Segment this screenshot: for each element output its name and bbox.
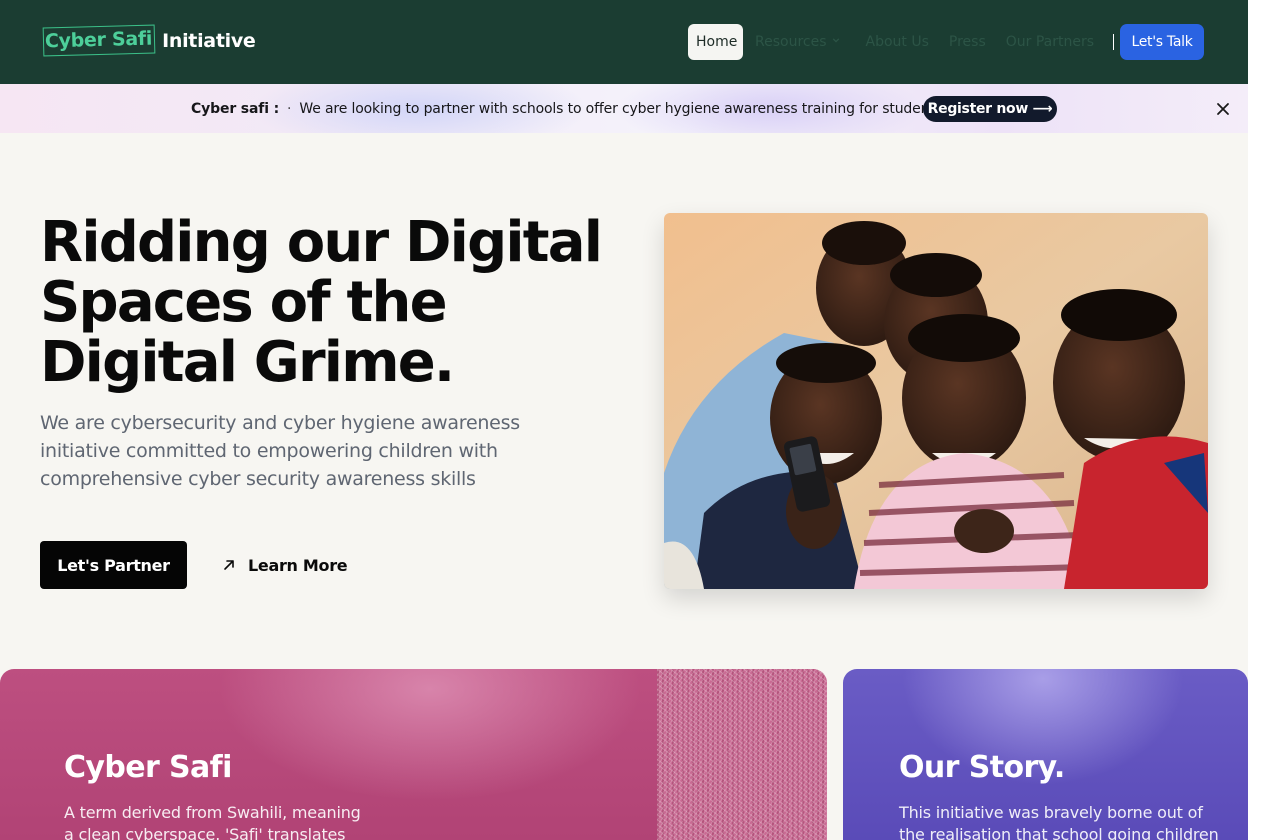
site-header: Cyber Safi Initiative Home Resources Abo…: [0, 0, 1248, 84]
nav-divider: [1113, 34, 1115, 50]
hero-title: Ridding our Digital Spaces of the Digita…: [40, 210, 603, 395]
our-story-card: Our Story. This initiative was bravely b…: [843, 669, 1248, 840]
announcement-bar: Cyber safi : · We are looking to partner…: [0, 84, 1248, 133]
announcement-text: Cyber safi : · We are looking to partner…: [191, 84, 946, 133]
nav-item-resources-label: Resources: [755, 34, 827, 50]
register-now-button[interactable]: Register now ⟶: [923, 96, 1057, 122]
our-story-card-title: Our Story.: [899, 750, 1065, 785]
nav-item-resources[interactable]: Resources: [755, 24, 840, 60]
nav-item-press[interactable]: Press: [949, 24, 986, 60]
nav-item-about[interactable]: About Us: [866, 24, 929, 60]
nav-item-partners[interactable]: Our Partners: [1006, 24, 1094, 60]
texture-panel: [657, 669, 827, 840]
our-story-card-text: This initiative was bravely borne out of…: [899, 803, 1219, 840]
announcement-message: We are looking to partner with schools t…: [299, 100, 947, 117]
main-nav: Home Resources About Us Press Our Partne…: [688, 24, 1115, 60]
learn-more-link[interactable]: Learn More: [222, 541, 348, 589]
children-with-phone-photo: [664, 213, 1208, 589]
nav-item-home[interactable]: Home: [688, 24, 743, 60]
lets-partner-button[interactable]: Let's Partner: [40, 541, 187, 589]
cyber-safi-card-title: Cyber Safi: [64, 750, 232, 785]
announcement-brand: Cyber safi :: [191, 100, 280, 117]
cyber-safi-card: Cyber Safi A term derived from Swahili, …: [0, 669, 827, 840]
hero-subtitle: We are cybersecurity and cyber hygiene a…: [40, 412, 520, 490]
hero-image: [664, 213, 1208, 589]
announcement-separator: ·: [287, 100, 292, 117]
logo-boxed-text: Cyber Safi: [42, 24, 156, 57]
page-gutter: [1248, 0, 1280, 840]
chevron-down-icon: [832, 38, 839, 43]
site-logo[interactable]: Cyber Safi Initiative: [42, 24, 256, 57]
lets-talk-button[interactable]: Let's Talk: [1120, 24, 1204, 60]
learn-more-label: Learn More: [248, 555, 348, 575]
close-icon[interactable]: [1216, 102, 1230, 116]
cyber-safi-card-text: A term derived from Swahili, meaning a c…: [64, 803, 361, 840]
logo-text: Initiative: [162, 29, 256, 52]
arrow-up-right-icon: [224, 560, 234, 570]
